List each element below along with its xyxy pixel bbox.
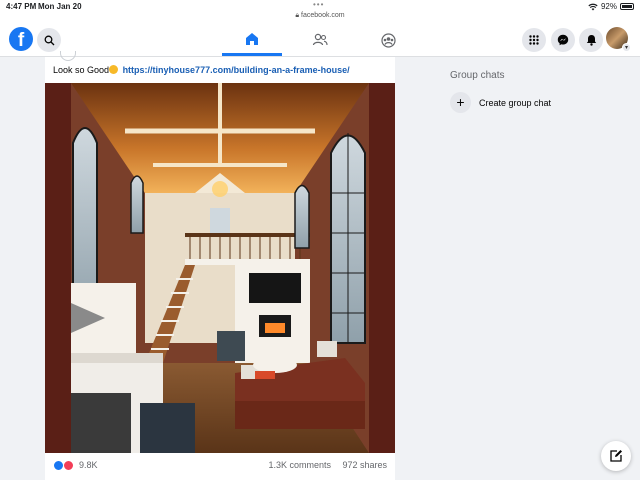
home-icon [246,32,258,45]
menu-button[interactable] [522,28,546,52]
battery-percent: 92% [600,2,617,11]
menu-grid-icon [529,35,539,45]
notifications-button[interactable] [579,28,603,52]
reactions-count[interactable]: 9.8K [79,460,98,470]
tiny-house-interior-image [45,83,395,453]
search-button[interactable] [37,28,61,52]
lock-icon: 🔒︎ [295,12,300,19]
post-author-avatar[interactable] [60,51,76,61]
post-caption: Look so Good [53,65,110,75]
tab-groups[interactable] [358,24,418,56]
chevron-down-icon[interactable]: ▾ [622,43,631,52]
comments-count[interactable]: 1.3K comments [268,460,331,470]
status-right: 92% [588,2,634,11]
wifi-icon [588,3,598,10]
status-time: 4:47 PM [6,2,37,11]
tab-home[interactable] [222,24,282,56]
new-message-button[interactable] [601,441,631,471]
status-bar: 4:47 PM Mon Jan 20 ••• 🔒︎ facebook.com 9… [0,0,640,24]
multitasking-dots-icon[interactable]: ••• [313,0,324,9]
groups-icon [380,32,396,48]
url-text: facebook.com [301,12,345,19]
post-footer: 9.8K 1.3K comments 972 shares [45,457,395,475]
feed-post: Look so Good https://tinyhouse777.com/bu… [45,51,395,480]
heart-eyes-emoji-icon [109,65,119,74]
love-reaction-icon [63,460,74,471]
status-date: Mon Jan 20 [38,2,82,11]
search-icon [44,35,54,45]
tab-friends[interactable] [290,24,350,56]
create-group-chat-button[interactable]: + Create group chat [450,92,551,113]
messenger-button[interactable] [551,28,575,52]
group-chats-heading: Group chats [450,70,505,81]
top-navigation: f ▾ [0,24,640,57]
shares-count[interactable]: 972 shares [342,460,387,470]
messenger-icon [557,34,569,46]
address-bar[interactable]: 🔒︎ facebook.com [0,12,640,20]
post-link[interactable]: https://tinyhouse777.com/building-an-a-f… [123,65,350,75]
plus-icon: + [450,92,471,113]
notifications-icon [586,35,596,46]
battery-icon [620,3,634,10]
friends-icon [312,33,328,46]
post-text: Look so Good https://tinyhouse777.com/bu… [53,65,350,75]
create-group-chat-label: Create group chat [479,97,552,108]
compose-icon [610,450,622,462]
post-photo[interactable] [45,83,395,453]
facebook-logo[interactable]: f [9,27,33,51]
